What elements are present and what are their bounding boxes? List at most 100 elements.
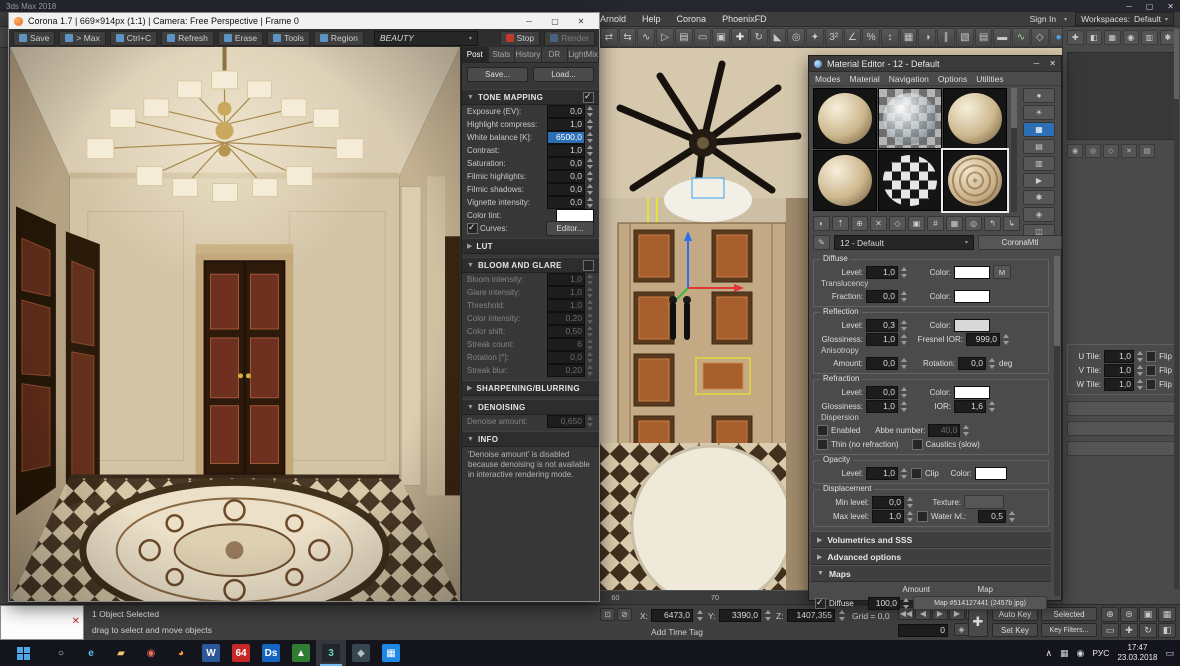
map-amount-value[interactable]: 100,0 [868, 596, 900, 610]
pick-material-eyedropper-icon[interactable]: ✎ [813, 235, 830, 250]
spinner[interactable] [587, 339, 594, 350]
me-side-tool-button[interactable]: ✱ [1023, 190, 1055, 205]
parameter-value[interactable]: 0,0 [547, 170, 585, 183]
param-value[interactable]: 0,0 [866, 289, 898, 303]
modifier-stack-list[interactable] [1067, 52, 1176, 140]
parameter-value[interactable]: 0,20 [547, 364, 585, 377]
me-tool-button[interactable]: ↰ [984, 216, 1001, 231]
advanced-options-rollout[interactable]: ▶ Advanced options [811, 548, 1051, 565]
viewport-nav-button[interactable]: ↻ [1139, 623, 1157, 638]
toolbar-icon[interactable]: ↻ [749, 27, 768, 47]
tray-network-icon[interactable]: ▦ [1060, 648, 1069, 659]
opacity-color-swatch[interactable] [974, 466, 1007, 480]
material-slot[interactable] [941, 148, 1009, 213]
command-panel-tab[interactable]: ▦ [1104, 30, 1121, 45]
curves-editor-button[interactable]: Editor... [546, 221, 594, 236]
me-tool-button[interactable]: ▦ [946, 216, 963, 231]
viewport-nav-button[interactable]: ⊕ [1101, 607, 1119, 622]
menu-item[interactable]: Help [642, 14, 661, 24]
flip-checkbox[interactable] [1146, 364, 1157, 376]
me-menu-item[interactable]: Utilities [976, 74, 1003, 84]
vfb-toolbar-button[interactable]: Tools [267, 30, 310, 46]
material-type-button[interactable]: CoronaMtl [978, 235, 1062, 250]
toolbar-icon[interactable]: ◇ [1030, 27, 1049, 47]
configure-modifier-sets-icon[interactable]: ▤ [1139, 144, 1155, 158]
param-value[interactable]: 0,3 [866, 318, 898, 332]
spinner[interactable] [989, 357, 996, 369]
spinner[interactable] [587, 300, 594, 311]
spinner[interactable] [765, 610, 772, 621]
me-tool-button[interactable]: # [927, 216, 944, 231]
vfb-toolbar-button[interactable]: Ctrl+C [109, 30, 158, 46]
refraction-color-swatch[interactable] [954, 385, 990, 399]
isolate-selection-toggle[interactable]: ⊡ [600, 608, 615, 621]
spinner[interactable] [901, 333, 908, 345]
me-tool-button[interactable]: ⇡ [832, 216, 849, 231]
spinner[interactable] [901, 357, 908, 369]
toolbar-icon[interactable]: ◣ [768, 27, 787, 47]
toolbar-icon[interactable]: % [862, 27, 881, 47]
parameter-value[interactable]: 1,0 [547, 273, 585, 286]
diffuse-color-swatch[interactable] [954, 265, 990, 279]
me-side-tool-button[interactable]: ▦ [1023, 122, 1055, 137]
volumetrics-rollout[interactable]: ▶ Volumetrics and SSS [811, 531, 1051, 548]
parameter-value[interactable]: 1,0 [547, 286, 585, 299]
parameter-value[interactable]: 0,0 [547, 157, 585, 170]
me-tool-button[interactable]: ⊕ [851, 216, 868, 231]
parameter-value[interactable]: 0,650 [547, 415, 585, 428]
taskbar-app-icon[interactable]: e [76, 640, 106, 666]
z-coord-field[interactable]: 1407,355 [787, 609, 835, 622]
me-side-tool-button[interactable]: ◈ [1023, 207, 1055, 222]
viewport-nav-button[interactable]: ▦ [1158, 607, 1176, 622]
menu-item[interactable]: PhoenixFD [722, 14, 767, 24]
tray-volume-icon[interactable]: ◉ [1077, 648, 1085, 659]
spinner[interactable] [901, 319, 908, 331]
param-value[interactable]: 1,0 [866, 466, 898, 480]
spinner[interactable] [587, 365, 594, 376]
lut-section-header[interactable]: ▶ LUT [462, 238, 599, 254]
spinner[interactable] [587, 274, 594, 285]
vfb-titlebar[interactable]: Corona 1.7 | 669×914px (1:1) | Camera: F… [9, 13, 599, 29]
spinner[interactable] [1009, 510, 1016, 522]
material-slot[interactable] [813, 88, 877, 149]
me-tool-button[interactable]: ◎ [965, 216, 982, 231]
notification-center-icon[interactable]: ▭ [1165, 648, 1174, 659]
spinner[interactable] [587, 313, 594, 324]
taskbar-app-icon[interactable]: ◉ [136, 640, 166, 666]
toolbar-icon[interactable]: ▤ [974, 27, 993, 47]
toolbar-icon[interactable]: ∿ [1012, 27, 1030, 47]
panel-button[interactable] [1067, 441, 1176, 456]
curves-checkbox[interactable] [467, 222, 478, 234]
viewport-nav-button[interactable]: ▣ [1139, 607, 1157, 622]
spinner[interactable] [907, 496, 914, 508]
command-panel-tab[interactable]: ✚ [1067, 30, 1084, 45]
material-name-dropdown[interactable]: 12 - Default ▾ [834, 235, 974, 250]
taskbar-app-icon[interactable]: ▰ [106, 640, 136, 666]
toolbar-icon[interactable]: ◑ [918, 27, 937, 47]
max-close-button[interactable]: ✕ [1167, 2, 1174, 11]
parameter-value[interactable]: 1,0 [547, 144, 585, 157]
material-slot[interactable] [878, 150, 942, 211]
vfb-channel-dropdown[interactable]: BEAUTY ▾ [373, 30, 478, 46]
taskbar-clock[interactable]: 17:47 23.03.2018 [1117, 643, 1157, 662]
param-value[interactable]: 40,0 [928, 423, 961, 437]
param-value[interactable]: 0,0 [872, 495, 904, 509]
me-side-tool-button[interactable]: ▥ [1023, 156, 1055, 171]
vfb-tab[interactable]: History [515, 47, 542, 62]
taskbar-app-icon[interactable]: ▲ [286, 640, 316, 666]
vfb-toolbar-button[interactable]: Save [13, 30, 56, 46]
panel-button[interactable] [1067, 401, 1176, 416]
toolbar-icon[interactable]: ▭ [693, 27, 712, 47]
toolbar-icon[interactable]: ▧ [955, 27, 974, 47]
tone-mapping-enable-checkbox[interactable] [583, 91, 594, 103]
toolbar-icon[interactable]: ⇆ [618, 27, 637, 47]
current-frame-field[interactable]: 0 [898, 624, 948, 637]
taskbar-app-icon[interactable]: ◕ [166, 640, 196, 666]
toolbar-icon[interactable]: ▦ [899, 27, 918, 47]
toolbar-icon[interactable]: ↕ [881, 27, 899, 47]
spinner[interactable] [587, 145, 594, 156]
reflection-color-swatch[interactable] [954, 318, 990, 332]
slots-scrollbar[interactable] [1011, 88, 1017, 212]
me-menu-item[interactable]: Modes [815, 74, 841, 84]
toolbar-icon[interactable]: ◎ [787, 27, 806, 47]
